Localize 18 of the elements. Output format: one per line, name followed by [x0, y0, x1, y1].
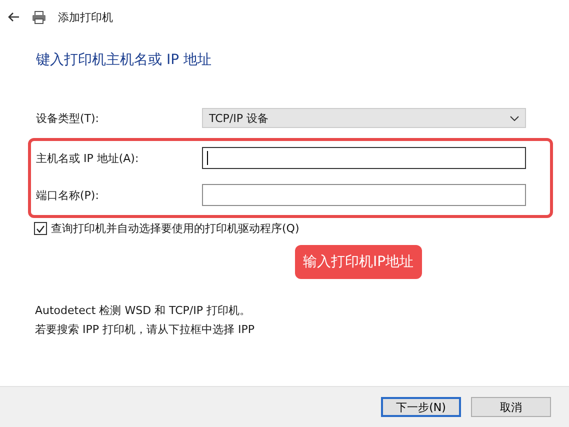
checkbox[interactable]	[34, 222, 47, 235]
window-title: 添加打印机	[58, 10, 113, 24]
back-arrow-icon[interactable]	[8, 12, 20, 22]
next-button[interactable]: 下一步(N)	[381, 397, 461, 417]
device-type-dropdown[interactable]: TCP/IP 设备	[202, 108, 526, 128]
note-text: Autodetect 检测 WSD 和 TCP/IP 打印机。	[35, 303, 252, 318]
callout-label: 输入打印机IP地址	[295, 245, 422, 279]
note-text: 若要搜索 IPP 打印机，请从下拉框中选择 IPP	[35, 322, 256, 337]
input-field[interactable]	[202, 184, 526, 206]
cancel-button[interactable]: 取消	[471, 397, 551, 417]
chevron-icon	[510, 116, 519, 120]
page-heading: 键入打印机主机名或 IP 地址	[36, 51, 212, 69]
checkbox-label: 查询打印机并自动选择要使用的打印机驱动程序(Q)	[51, 221, 300, 236]
printer-icon	[32, 10, 46, 24]
field-label: 端口名称(P):	[36, 188, 100, 202]
input-field[interactable]	[202, 147, 526, 169]
field-label: 主机名或 IP 地址(A):	[36, 150, 140, 166]
field-label: 设备类型(T):	[36, 110, 100, 126]
